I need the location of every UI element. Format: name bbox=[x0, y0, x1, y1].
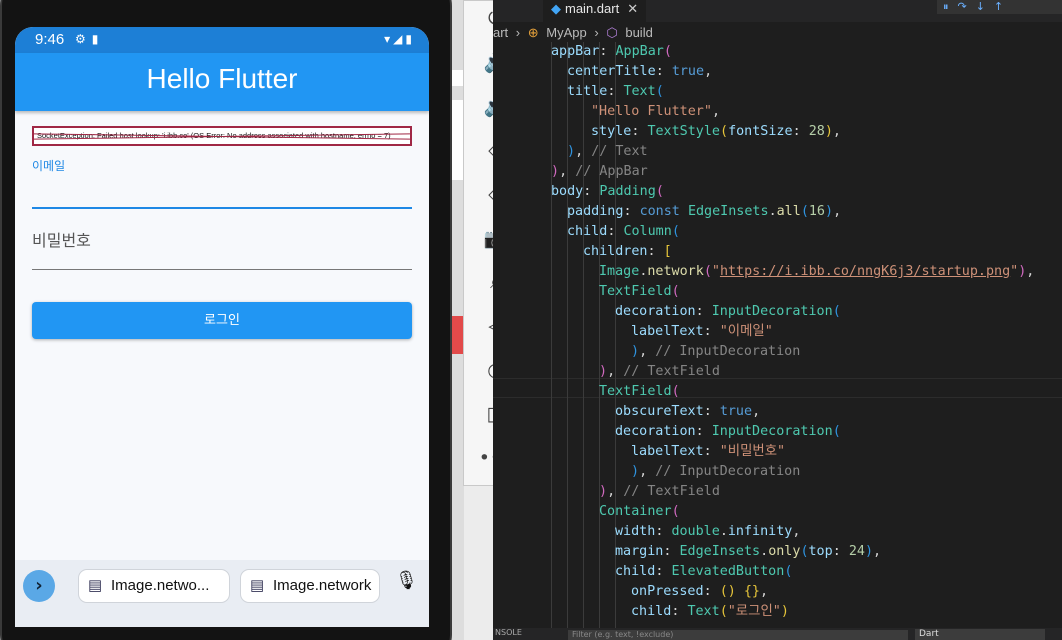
image-error-box: SocketException: Failed host lookup: 'i.… bbox=[32, 126, 412, 146]
breadcrumb-file[interactable]: art bbox=[493, 25, 508, 40]
code-line: child: Column( bbox=[567, 224, 680, 239]
breadcrumb-separator: › bbox=[515, 25, 521, 40]
microphone-icon[interactable]: 🎙 bbox=[395, 570, 418, 591]
password-field[interactable] bbox=[32, 269, 412, 270]
code-line: centerTitle: true, bbox=[567, 64, 713, 79]
code-line: style: TextStyle(fontSize: 28), bbox=[591, 124, 841, 139]
console-tab-label[interactable]: NSOLE bbox=[495, 628, 522, 637]
image-error-text: SocketException: Failed host lookup: 'i.… bbox=[37, 131, 391, 140]
expand-arrow-icon[interactable]: › bbox=[23, 570, 55, 602]
code-line: TextField( bbox=[599, 284, 680, 299]
code-line: ), // AppBar bbox=[551, 164, 648, 179]
status-notification-icons: ⚙▮ bbox=[75, 32, 105, 46]
code-line: labelText: "비밀번호" bbox=[631, 444, 786, 459]
code-line: ), // Text bbox=[567, 144, 648, 159]
code-line: ), // TextField bbox=[599, 484, 720, 499]
suggestion-chip-1[interactable]: ▤ Image.netwo... bbox=[78, 569, 230, 603]
suggestion-chip-1-label: Image.netwo... bbox=[111, 577, 210, 594]
close-icon[interactable]: ✕ bbox=[627, 1, 638, 16]
code-line: decoration: InputDecoration( bbox=[615, 424, 841, 439]
code-line: padding: const EdgeInsets.all(16), bbox=[567, 204, 842, 219]
status-signal-battery-icons: ▾◢▮ bbox=[384, 32, 415, 46]
breadcrumb: art › ⊕ MyApp › ⬡ build bbox=[493, 25, 1062, 43]
code-line: ), // TextField bbox=[599, 364, 720, 379]
code-line: title: Text( bbox=[567, 84, 664, 99]
code-line: children: [ bbox=[583, 244, 672, 259]
code-editor[interactable]: ◆ main.dart ✕ ⏸↷↓↑ art › ⊕ MyApp › ⬡ build… bbox=[493, 0, 1062, 640]
console-filter-input[interactable]: Filter (e.g. text, !exclude) bbox=[568, 630, 908, 640]
code-line: appBar: AppBar( bbox=[551, 44, 672, 59]
tab-bar: ◆ main.dart ✕ ⏸↷↓↑ bbox=[493, 0, 1062, 22]
email-field-label: 이메일 bbox=[32, 159, 66, 173]
status-bar: 9:46 ⚙▮ ▾◢▮ bbox=[15, 27, 429, 53]
class-icon: ⊕ bbox=[527, 25, 539, 40]
code-line: margin: EdgeInsets.only(top: 24), bbox=[615, 544, 882, 559]
tab-main-dart[interactable]: ◆ main.dart ✕ bbox=[543, 0, 647, 22]
code-line: decoration: InputDecoration( bbox=[615, 304, 841, 319]
keyboard-suggestion-bar: › ▤ Image.netwo... ▤ Image.network 🎙 bbox=[15, 560, 429, 627]
code-line: Container( bbox=[599, 504, 680, 519]
tab-title: main.dart bbox=[565, 1, 620, 16]
code-line: ), // InputDecoration bbox=[631, 344, 801, 359]
code-line: ), // InputDecoration bbox=[631, 464, 801, 479]
code-line: TextField( bbox=[599, 384, 680, 399]
login-button[interactable]: 로그인 bbox=[32, 302, 412, 339]
phone-frame: 9:46 ⚙▮ ▾◢▮ Hello Flutter SocketExceptio… bbox=[0, 0, 452, 640]
code-line: body: Padding( bbox=[551, 184, 664, 199]
code-area[interactable]: appBar: AppBar( centerTitle: true, title… bbox=[493, 42, 1062, 628]
phone-screen[interactable]: 9:46 ⚙▮ ▾◢▮ Hello Flutter SocketExceptio… bbox=[15, 27, 429, 627]
code-line: obscureText: true, bbox=[615, 404, 761, 419]
code-line: labelText: "이메일" bbox=[631, 324, 773, 339]
clipboard-icon: ▤ bbox=[250, 577, 265, 594]
debug-toolbar[interactable]: ⏸↷↓↑ bbox=[937, 0, 1062, 14]
breadcrumb-method[interactable]: build bbox=[625, 25, 652, 40]
code-line: child: ElevatedButton( bbox=[615, 564, 793, 579]
password-field-label: 비밀번호 bbox=[32, 231, 91, 250]
status-time: 9:46 bbox=[35, 31, 65, 48]
screen-root: 9:46 ⚙▮ ▾◢▮ Hello Flutter SocketExceptio… bbox=[0, 0, 1062, 640]
code-line: child: Text("로그인") bbox=[631, 604, 789, 619]
app-bar-title: Hello Flutter bbox=[146, 63, 298, 94]
suggestion-chip-2[interactable]: ▤ Image.network bbox=[240, 569, 380, 603]
breadcrumb-class[interactable]: MyApp bbox=[546, 25, 586, 40]
suggestion-chip-2-label: Image.network bbox=[273, 577, 372, 594]
dart-file-icon: ◆ bbox=[551, 1, 561, 16]
app-bar: Hello Flutter bbox=[15, 53, 429, 111]
email-field[interactable] bbox=[32, 207, 412, 209]
method-icon: ⬡ bbox=[606, 25, 618, 40]
debug-console-bar: NSOLE Filter (e.g. text, !exclude) Dart bbox=[493, 628, 1062, 640]
code-line: Image.network("https://i.ibb.co/nngK6j3/… bbox=[599, 264, 1035, 279]
console-dropdown[interactable]: Dart bbox=[915, 629, 1045, 640]
breadcrumb-separator: › bbox=[594, 25, 599, 40]
code-line: "Hello Flutter", bbox=[591, 104, 720, 119]
code-line: width: double.infinity, bbox=[615, 524, 801, 539]
code-line: onPressed: () {}, bbox=[631, 584, 769, 599]
clipboard-icon: ▤ bbox=[88, 577, 103, 594]
